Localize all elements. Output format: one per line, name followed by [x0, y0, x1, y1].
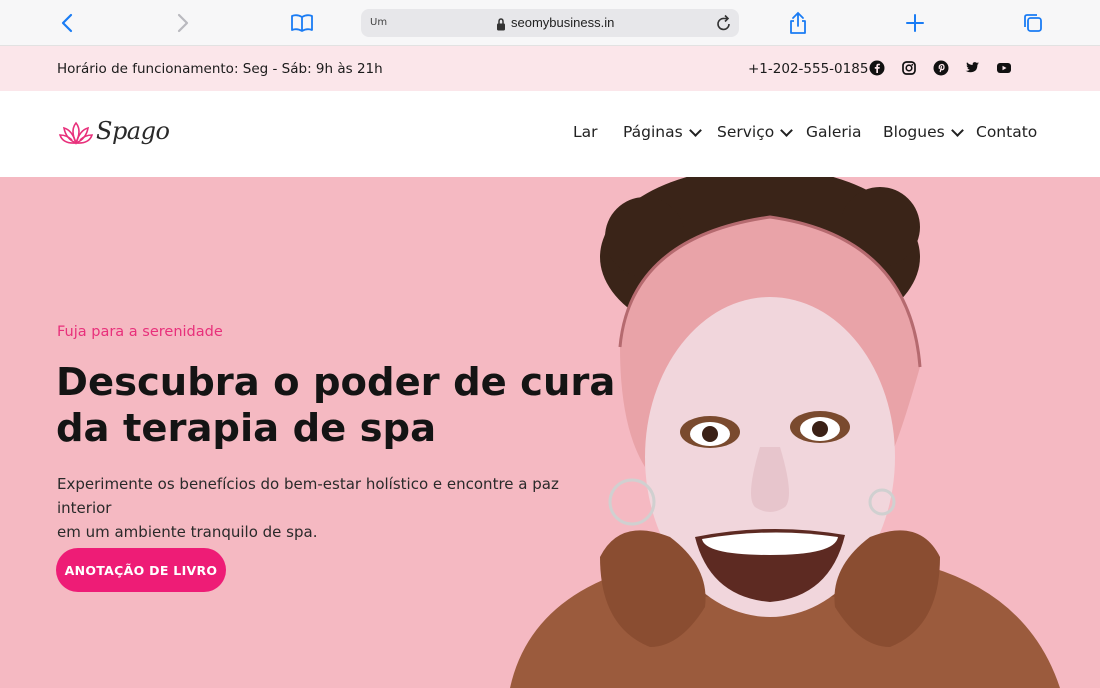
- nav-item-galeria[interactable]: Galeria: [806, 123, 862, 141]
- nav-item-contato[interactable]: Contato: [976, 123, 1037, 141]
- twitter-icon[interactable]: [964, 60, 980, 76]
- facebook-icon[interactable]: [869, 60, 885, 76]
- instagram-icon[interactable]: [901, 60, 917, 76]
- nav-label: Galeria: [806, 123, 862, 141]
- headline-line: Descubra o poder de cura: [56, 360, 616, 405]
- phone-number[interactable]: +1-202-555-0185: [748, 61, 868, 77]
- chevron-down-icon: [780, 123, 794, 137]
- nav-label: Páginas: [623, 123, 683, 141]
- nav-label: Contato: [976, 123, 1038, 141]
- share-icon[interactable]: [783, 8, 813, 38]
- browser-toolbar: Um seomybusiness.in: [0, 0, 1100, 46]
- description-line: Experimente os benefícios do bem-estar h…: [57, 475, 559, 517]
- main-nav: Spago Lar Páginas Serviço Galeria Blogue…: [0, 91, 1100, 177]
- reload-icon[interactable]: [716, 14, 732, 36]
- lock-icon: [496, 16, 506, 35]
- hero-section: Fuja para a serenidade Descubra o poder …: [0, 177, 1100, 688]
- reader-label[interactable]: Um: [370, 17, 387, 28]
- nav-item-blogues[interactable]: Blogues: [883, 123, 964, 141]
- description-line: em um ambiente tranquilo de spa.: [57, 523, 318, 541]
- back-icon[interactable]: [52, 8, 82, 38]
- headline-line: da terapia de spa: [56, 406, 437, 451]
- info-bar: Horário de funcionamento: Seg - Sáb: 9h …: [0, 46, 1100, 91]
- youtube-icon[interactable]: [996, 60, 1012, 76]
- hero-eyebrow: Fuja para a serenidade: [57, 324, 223, 340]
- hero-description: Experimente os benefícios do bem-estar h…: [57, 472, 607, 544]
- forward-icon[interactable]: [168, 8, 198, 38]
- nav-label: Blogues: [883, 123, 945, 141]
- logo-text[interactable]: Spago: [96, 117, 170, 145]
- nav-label: Serviço: [717, 123, 775, 141]
- nav-item-paginas[interactable]: Páginas: [623, 123, 702, 141]
- hero-headline: Descubra o poder de cura da terapia de s…: [56, 360, 616, 452]
- nav-item-servico[interactable]: Serviço: [717, 123, 794, 141]
- pinterest-icon[interactable]: [933, 60, 949, 76]
- opening-hours: Horário de funcionamento: Seg - Sáb: 9h …: [57, 61, 383, 77]
- chevron-down-icon: [688, 123, 702, 137]
- tabs-icon[interactable]: [1018, 8, 1048, 38]
- nav-item-lar[interactable]: Lar: [573, 123, 598, 141]
- plus-icon[interactable]: [900, 8, 930, 38]
- nav-label: Lar: [573, 123, 598, 141]
- book-appointment-button[interactable]: ANOTAÇÃO DE LIVRO: [56, 548, 226, 592]
- url-text[interactable]: seomybusiness.in: [511, 15, 614, 30]
- lotus-logo-icon[interactable]: [58, 117, 94, 151]
- book-icon[interactable]: [287, 8, 317, 38]
- chevron-down-icon: [950, 123, 964, 137]
- address-bar[interactable]: Um seomybusiness.in: [361, 9, 739, 37]
